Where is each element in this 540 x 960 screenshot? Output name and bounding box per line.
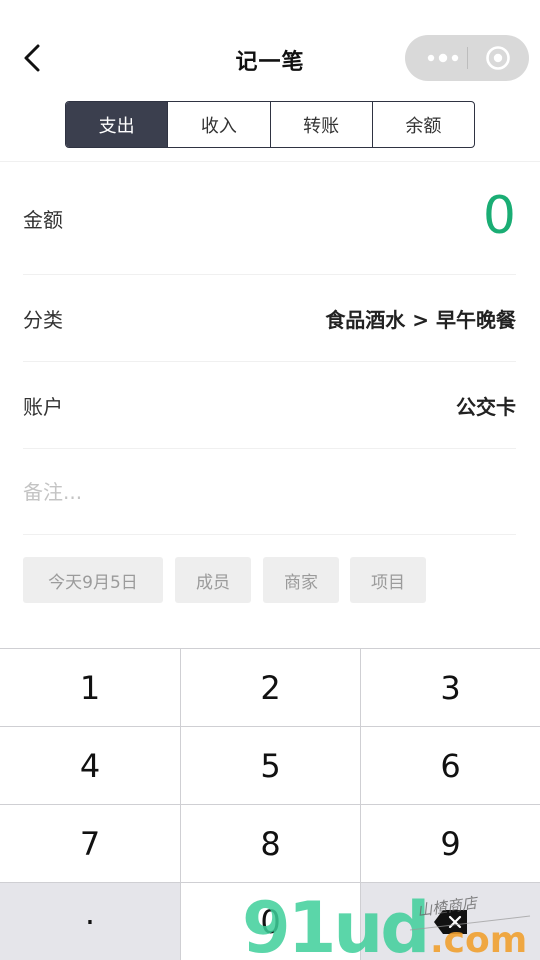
type-tabs: 支出 收入 转账 余额 (65, 101, 475, 148)
backspace-icon (433, 910, 467, 934)
key-2[interactable]: 2 (181, 649, 361, 727)
merchant-chip[interactable]: 商家 (263, 557, 339, 603)
key-4[interactable]: 4 (0, 727, 181, 805)
miniprogram-capsule (405, 35, 529, 81)
tab-expense[interactable]: 支出 (66, 102, 169, 147)
nav-header: 记一笔 (0, 0, 540, 100)
account-row[interactable]: 账户 公交卡 (23, 362, 516, 449)
backspace-key[interactable] (361, 883, 540, 960)
amount-label: 金额 (23, 208, 63, 232)
amount-value: 0 (482, 186, 516, 246)
category-value: 食品酒水 > 早午晚餐 (325, 308, 516, 332)
key-7[interactable]: 7 (0, 805, 181, 883)
note-input[interactable] (23, 475, 516, 509)
account-label: 账户 (23, 395, 63, 419)
more-button[interactable] (419, 35, 467, 81)
date-chip[interactable]: 今天9月5日 (23, 557, 163, 603)
number-keypad: 1 2 3 4 5 6 7 8 9 · 0 (0, 648, 540, 960)
key-5[interactable]: 5 (181, 727, 361, 805)
key-0[interactable]: 0 (181, 883, 361, 960)
category-label: 分类 (23, 308, 63, 332)
close-miniprogram-button[interactable] (475, 35, 523, 81)
key-8[interactable]: 8 (181, 805, 361, 883)
key-6[interactable]: 6 (361, 727, 540, 805)
account-value: 公交卡 (456, 395, 516, 419)
member-chip[interactable]: 成员 (175, 557, 251, 603)
key-3[interactable]: 3 (361, 649, 540, 727)
close-circle-icon (486, 46, 510, 70)
amount-row[interactable]: 金额 0 (23, 162, 516, 275)
bookkeeping-page: 记一笔 支出 收入 转账 余额 金额 0 分类 食品酒水 > 早午晚餐 账户 公… (0, 0, 540, 960)
more-dots-icon (427, 53, 459, 63)
capsule-divider (467, 47, 468, 69)
key-1[interactable]: 1 (0, 649, 181, 727)
key-9[interactable]: 9 (361, 805, 540, 883)
key-dot[interactable]: · (0, 883, 181, 960)
note-row (23, 449, 516, 535)
tab-transfer[interactable]: 转账 (271, 102, 373, 147)
project-chip[interactable]: 项目 (350, 557, 426, 603)
tab-balance[interactable]: 余额 (373, 102, 474, 147)
tab-income[interactable]: 收入 (168, 102, 271, 147)
category-row[interactable]: 分类 食品酒水 > 早午晚餐 (23, 275, 516, 362)
